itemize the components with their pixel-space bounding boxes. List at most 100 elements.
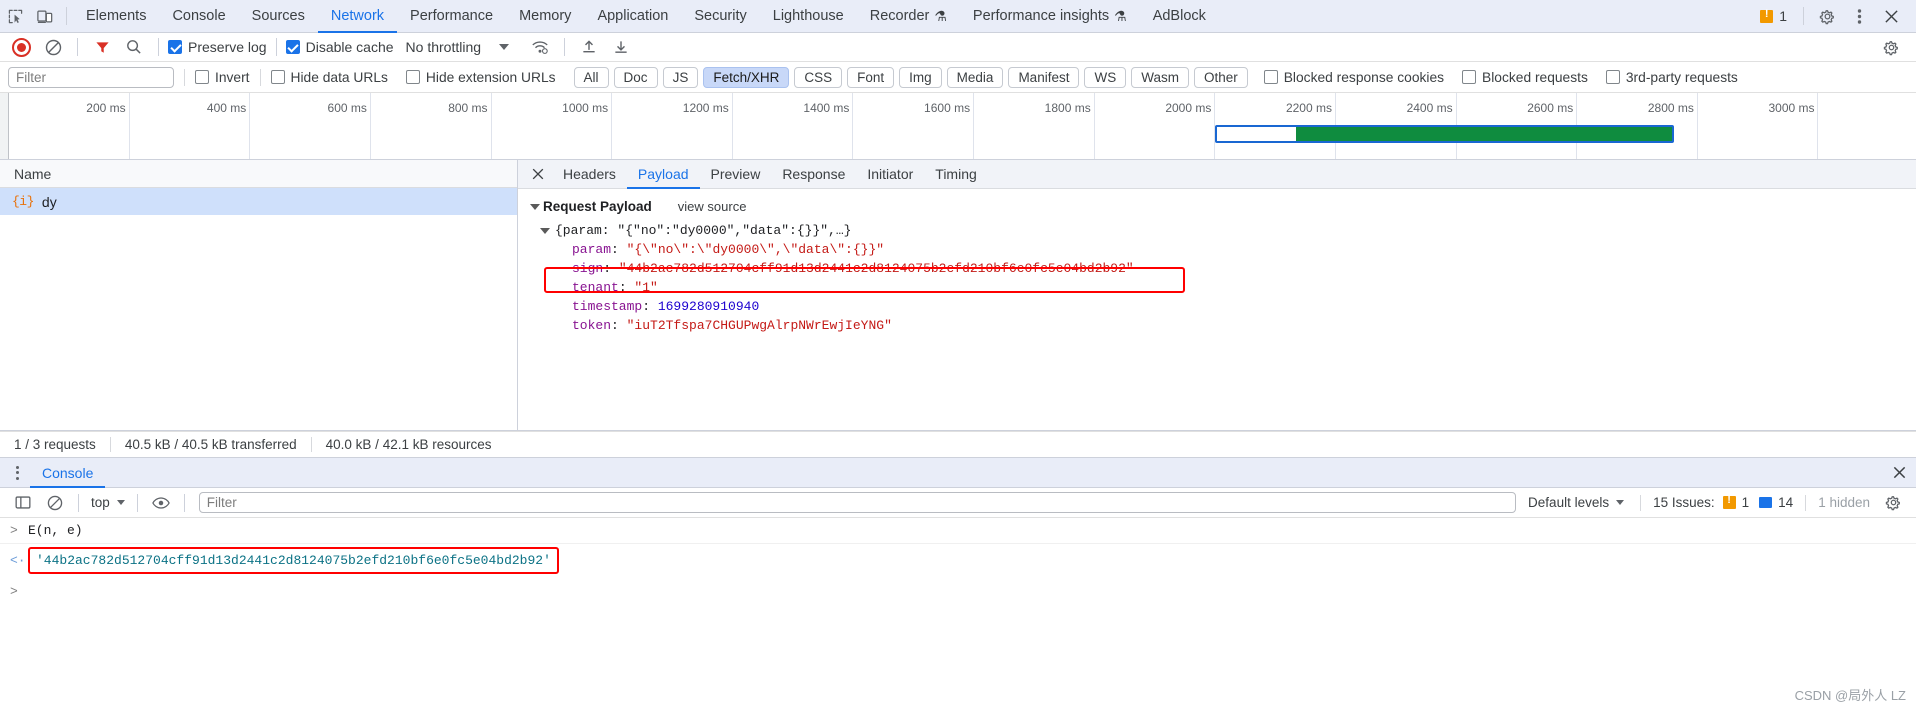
main-tab-application[interactable]: Application	[584, 0, 681, 33]
clear-console-icon[interactable]	[40, 489, 70, 517]
type-chip-manifest[interactable]: Manifest	[1008, 66, 1080, 88]
type-chip-img[interactable]: Img	[899, 66, 942, 88]
main-tab-security[interactable]: Security	[681, 0, 759, 33]
blocked-requests-checkbox[interactable]: Blocked requests	[1462, 70, 1588, 85]
blocked-response-cookies-checkbox[interactable]: Blocked response cookies	[1263, 70, 1444, 85]
request-payload-title[interactable]: Request Payload	[530, 199, 652, 214]
main-tab-performance[interactable]: Performance	[397, 0, 506, 33]
chevron-down-icon	[499, 44, 510, 50]
payload-entry-token: token: "iuT2Tfspa7CHGUPwgAlrpNWrEwjIeYNG…	[572, 318, 892, 333]
console-settings-icon[interactable]	[1878, 489, 1908, 517]
import-har-icon[interactable]	[574, 33, 604, 61]
tab-headers[interactable]: Headers	[552, 160, 627, 189]
tab-console[interactable]: Console	[30, 458, 105, 488]
overview-download-bar	[1295, 127, 1672, 141]
export-har-icon[interactable]	[606, 33, 636, 61]
throttling-select[interactable]: No throttling	[406, 39, 510, 55]
main-tab-elements[interactable]: Elements	[73, 0, 159, 33]
main-tab-console[interactable]: Console	[159, 0, 238, 33]
hidden-messages-label[interactable]: 1 hidden	[1818, 495, 1870, 510]
main-tab-recorder[interactable]: Recorder ⚗	[857, 0, 960, 33]
main-tab-lighthouse[interactable]: Lighthouse	[760, 0, 857, 33]
console-context-select[interactable]: top	[87, 495, 129, 510]
issues-counter[interactable]: 1	[1752, 8, 1795, 24]
main-tab-label: Memory	[519, 7, 572, 24]
main-tab-adblock[interactable]: AdBlock	[1140, 0, 1219, 33]
main-tab-network[interactable]: Network	[318, 0, 397, 33]
console-sidebar-icon[interactable]	[8, 489, 38, 517]
close-drawer-icon[interactable]	[1882, 458, 1916, 488]
view-source-link[interactable]: view source	[678, 199, 747, 214]
type-chip-wasm[interactable]: Wasm	[1131, 66, 1189, 88]
network-overview-timeline[interactable]: 200 ms 400 ms 600 ms 800 ms 1000 ms 1200 ms 14…	[0, 93, 1916, 160]
checkbox-box	[270, 70, 285, 84]
main-tab-sources[interactable]: Sources	[239, 0, 318, 33]
chevron-down-icon	[116, 500, 125, 505]
console-levels-select[interactable]: Default levels	[1524, 495, 1628, 510]
type-chip-doc[interactable]: Doc	[613, 66, 658, 88]
hide-data-urls-checkbox[interactable]: Hide data URLs	[270, 70, 388, 85]
overview-selection-window[interactable]	[1215, 125, 1674, 143]
type-chip-other[interactable]: Other	[1193, 66, 1248, 88]
console-levels-label: Default levels	[1528, 495, 1610, 510]
section-title-label: Request Payload	[543, 199, 652, 214]
drawer-more-icon[interactable]	[4, 460, 30, 486]
main-tab-label: AdBlock	[1152, 7, 1206, 24]
main-tab-memory[interactable]: Memory	[506, 0, 584, 33]
tab-preview[interactable]: Preview	[700, 160, 772, 189]
tab-payload[interactable]: Payload	[627, 160, 700, 189]
record-button[interactable]	[6, 33, 36, 61]
payload-tree: {param: "{"no":"dy0000","data":{}}",…} p…	[530, 221, 1916, 335]
preserve-log-checkbox[interactable]: Preserve log	[168, 39, 267, 55]
network-settings-icon[interactable]	[1876, 33, 1906, 61]
checkbox-box	[1605, 70, 1620, 84]
payload-entry-tenant: tenant: "1"	[572, 280, 658, 295]
tab-timing[interactable]: Timing	[924, 160, 988, 189]
request-payload-section-header: Request Payload view source	[530, 199, 1916, 214]
live-expression-icon[interactable]	[146, 489, 176, 517]
device-toolbar-icon[interactable]	[30, 2, 60, 30]
filter-funnel-icon[interactable]	[87, 33, 117, 61]
status-divider-1	[109, 437, 111, 452]
invert-checkbox[interactable]: Invert	[195, 70, 250, 85]
type-chip-media[interactable]: Media	[946, 66, 1004, 88]
console-filter-input[interactable]	[198, 492, 1517, 513]
tab-initiator[interactable]: Initiator	[856, 160, 924, 189]
requests-column-header[interactable]: Name	[0, 160, 517, 188]
type-chip-fetch-xhr[interactable]: Fetch/XHR	[703, 66, 790, 88]
payload-value: "44b2ac782d512704cff91d13d2441c2d8124075…	[618, 261, 1134, 276]
third-party-requests-checkbox[interactable]: 3rd-party requests	[1605, 70, 1738, 85]
console-divider-4	[1640, 494, 1642, 511]
table-row[interactable]: {i} dy	[0, 188, 517, 215]
search-input[interactable]	[8, 66, 174, 88]
close-icon[interactable]	[1876, 2, 1906, 30]
issues-label[interactable]: 15 Issues:	[1653, 495, 1715, 510]
clear-button[interactable]	[38, 33, 68, 61]
inspect-icon[interactable]	[0, 2, 30, 30]
network-conditions-icon[interactable]	[525, 33, 555, 61]
search-icon[interactable]	[119, 33, 149, 61]
more-options-icon[interactable]	[1844, 2, 1874, 30]
info-icon	[1759, 497, 1773, 508]
type-chip-js[interactable]: JS	[662, 66, 699, 88]
console-output[interactable]: > E(n, e) <· '44b2ac782d512704cff91d13d2…	[0, 518, 1916, 709]
close-detail-icon[interactable]	[524, 160, 552, 188]
hide-extension-urls-checkbox[interactable]: Hide extension URLs	[405, 70, 556, 85]
main-tab-performance-insights[interactable]: Performance insights ⚗	[960, 0, 1140, 33]
payload-root-line[interactable]: {param: "{"no":"dy0000","data":{}}",…}	[530, 221, 1916, 240]
type-chip-ws[interactable]: WS	[1084, 66, 1127, 88]
status-divider-2	[310, 437, 312, 452]
chevron-down-icon	[1616, 500, 1625, 505]
type-chip-font[interactable]: Font	[847, 66, 895, 88]
type-chip-all[interactable]: All	[573, 66, 609, 88]
disable-cache-checkbox[interactable]: Disable cache	[285, 39, 394, 55]
chip-label: Wasm	[1141, 69, 1179, 85]
type-chip-css[interactable]: CSS	[794, 66, 843, 88]
console-divider-3	[183, 493, 185, 512]
tab-response[interactable]: Response	[771, 160, 856, 189]
payload-body: Request Payload view source {param: "{"n…	[518, 189, 1916, 430]
chip-label: Manifest	[1018, 69, 1070, 85]
settings-icon[interactable]	[1812, 2, 1842, 30]
console-prompt-row[interactable]: >	[0, 577, 1916, 606]
main-tab-label: Elements	[86, 7, 147, 24]
